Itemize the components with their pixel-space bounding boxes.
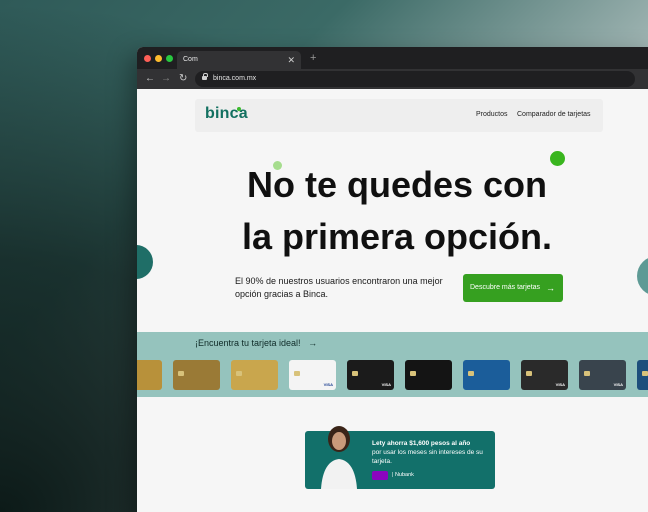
card-chip-icon bbox=[584, 371, 590, 376]
browser-window: Com ✕ + ← → ↻ binca.com.mx binca Product… bbox=[137, 47, 648, 512]
browser-toolbar: ← → ↻ binca.com.mx bbox=[137, 69, 648, 89]
find-card-label: ¡Encuentra tu tarjeta ideal! bbox=[195, 338, 301, 348]
decorative-circle-right bbox=[637, 256, 648, 296]
logo-accent-dot bbox=[237, 107, 241, 111]
gold-card[interactable] bbox=[137, 360, 162, 390]
aeromexico-card[interactable] bbox=[173, 360, 220, 390]
amex-gold-card[interactable] bbox=[231, 360, 278, 390]
maximize-window-dot[interactable] bbox=[166, 55, 173, 62]
card-chip-icon bbox=[468, 371, 474, 376]
card-chip-icon bbox=[178, 371, 184, 376]
card-chip-icon bbox=[642, 371, 648, 376]
nubank-logo-icon bbox=[372, 471, 388, 480]
minimize-window-dot[interactable] bbox=[155, 55, 162, 62]
forward-icon[interactable]: → bbox=[161, 72, 171, 86]
card-network-label: VISA bbox=[555, 382, 565, 387]
nav-comparador-link[interactable]: Comparador de tarjetas bbox=[517, 111, 591, 118]
banregio-card[interactable]: VISA bbox=[579, 360, 626, 390]
card-chip-icon bbox=[410, 371, 416, 376]
arrow-right-icon: → bbox=[546, 283, 555, 293]
card-chip-icon bbox=[236, 371, 242, 376]
card-chip-icon bbox=[352, 371, 358, 376]
browser-tab[interactable]: Com ✕ bbox=[177, 51, 301, 69]
testimonial-text: Lety ahorra $1,600 pesos al año por usar… bbox=[372, 439, 490, 466]
testimonial-card: Lety ahorra $1,600 pesos al año por usar… bbox=[305, 426, 495, 489]
cards-carousel-band: ¡Encuentra tu tarjeta ideal! → VISA VISA V… bbox=[137, 332, 648, 397]
card-chip-icon bbox=[294, 371, 300, 376]
card-network-label: VISA bbox=[381, 382, 391, 387]
testimonial-brand: | Nubank bbox=[392, 472, 414, 478]
binca-logo[interactable]: binca bbox=[205, 105, 248, 123]
black-card[interactable]: VISA bbox=[347, 360, 394, 390]
discover-more-cards-button[interactable]: Descubre más tarjetas → bbox=[463, 274, 563, 302]
tab-close-icon[interactable]: ✕ bbox=[287, 51, 295, 69]
url-text: binca.com.mx bbox=[213, 75, 257, 82]
hero-heading-line1: No te quedes con bbox=[246, 164, 548, 205]
testimonial-headline: Lety ahorra $1,600 pesos al año bbox=[372, 440, 471, 447]
address-bar[interactable]: binca.com.mx bbox=[195, 71, 635, 87]
hero-subtitle: El 90% de nuestros usuarios encontraron … bbox=[235, 276, 443, 299]
new-tab-icon[interactable]: + bbox=[310, 51, 316, 65]
card-network-label: VISA bbox=[613, 382, 623, 387]
reload-icon[interactable]: ↻ bbox=[179, 72, 187, 86]
testimonial-body: por usar los meses sin intereses de su t… bbox=[372, 449, 483, 465]
nav-productos-link[interactable]: Productos bbox=[476, 111, 508, 118]
arrow-right-icon: → bbox=[308, 338, 318, 348]
cta-label: Descubre más tarjetas bbox=[470, 284, 541, 291]
web-page: binca Productos Comparador de tarjetas N… bbox=[137, 89, 648, 512]
decorative-dot-green bbox=[550, 151, 565, 166]
lock-icon bbox=[202, 73, 208, 80]
white-card[interactable]: VISA bbox=[289, 360, 336, 390]
person-photo bbox=[321, 426, 357, 489]
card-chip-icon bbox=[526, 371, 532, 376]
hero-heading-line2: la primera opción. bbox=[241, 216, 553, 257]
citibanamex-card[interactable] bbox=[463, 360, 510, 390]
back-icon[interactable]: ← bbox=[145, 72, 155, 86]
close-window-dot[interactable] bbox=[144, 55, 151, 62]
find-card-link[interactable]: ¡Encuentra tu tarjeta ideal! → bbox=[195, 338, 317, 348]
browser-titlebar: Com ✕ + bbox=[137, 47, 648, 69]
dark-card[interactable]: VISA bbox=[521, 360, 568, 390]
site-navbar: binca Productos Comparador de tarjetas bbox=[195, 99, 603, 132]
santander-black-card[interactable] bbox=[405, 360, 452, 390]
blue-card[interactable]: VISA bbox=[637, 360, 648, 390]
card-network-label: VISA bbox=[323, 382, 333, 387]
tab-title: Com bbox=[183, 56, 198, 63]
